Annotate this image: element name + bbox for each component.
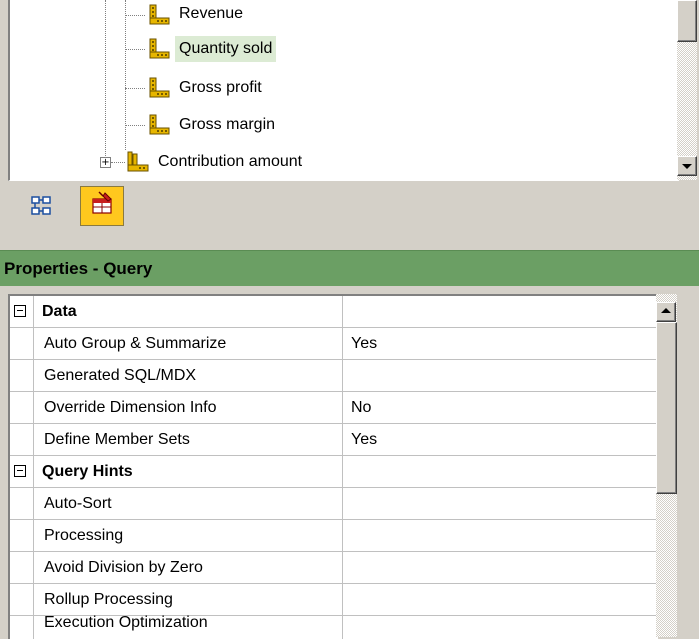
- category-row-query-hints[interactable]: Query Hints: [10, 456, 658, 488]
- row-gutter: [10, 552, 34, 584]
- property-row-execution-optimization[interactable]: Execution Optimization: [10, 614, 658, 639]
- tree-item-label: Contribution amount: [158, 153, 303, 170]
- property-row-auto-sort[interactable]: Auto-Sort: [10, 488, 658, 520]
- property-grid-scrollbar[interactable]: [656, 294, 677, 637]
- property-value[interactable]: Yes: [342, 328, 658, 360]
- measure-icon: [149, 4, 170, 25]
- panel-toolbar: [8, 182, 699, 230]
- arrow-up-icon: [661, 308, 671, 313]
- row-gutter: [10, 456, 34, 488]
- property-row-define-member-sets[interactable]: Define Member Sets Yes: [10, 424, 658, 456]
- property-name: Execution Optimization: [44, 614, 208, 631]
- property-value: [342, 296, 658, 328]
- property-value[interactable]: [342, 520, 658, 552]
- row-gutter: [10, 488, 34, 520]
- category-row-data[interactable]: Data: [10, 296, 658, 328]
- property-name: Processing: [44, 527, 124, 544]
- property-name: Auto-Sort: [44, 495, 112, 512]
- panel-edge: [677, 294, 699, 637]
- tree-item-label: Quantity sold: [175, 36, 277, 62]
- property-value[interactable]: [342, 488, 658, 520]
- property-value[interactable]: No: [342, 392, 658, 424]
- property-row-avoid-division[interactable]: Avoid Division by Zero: [10, 552, 658, 584]
- scroll-up-button[interactable]: [656, 302, 676, 322]
- tree-item-gross-margin[interactable]: Gross margin: [125, 110, 279, 140]
- row-gutter: [10, 424, 34, 456]
- property-value[interactable]: [342, 584, 658, 616]
- property-value[interactable]: [342, 616, 658, 639]
- tree-item-quantity-sold[interactable]: Quantity sold: [125, 34, 277, 64]
- property-name: Generated SQL/MDX: [44, 367, 197, 384]
- arrow-down-icon: [682, 164, 692, 169]
- property-name: Define Member Sets: [44, 431, 190, 448]
- property-value[interactable]: [342, 552, 658, 584]
- tree-view-button[interactable]: [18, 186, 62, 226]
- property-name: Override Dimension Info: [44, 399, 217, 416]
- row-gutter: [10, 584, 34, 616]
- property-value[interactable]: [342, 360, 658, 392]
- property-value: [342, 456, 658, 488]
- category-label: Query Hints: [42, 463, 133, 480]
- query-properties-icon: [92, 191, 112, 214]
- property-row-override-dimension[interactable]: Override Dimension Info No: [10, 392, 658, 424]
- tree-item-gross-profit[interactable]: Gross profit: [125, 73, 266, 103]
- measure-icon: [149, 77, 170, 98]
- row-gutter: [10, 296, 34, 328]
- scroll-down-button[interactable]: [677, 156, 697, 176]
- property-name: Avoid Division by Zero: [44, 559, 203, 576]
- measure-icon: [149, 114, 170, 135]
- row-gutter: [10, 360, 34, 392]
- property-grid-scrollbar-thumb[interactable]: [656, 322, 677, 494]
- row-gutter: [10, 616, 34, 639]
- property-name: Auto Group & Summarize: [44, 335, 227, 352]
- row-gutter: [10, 392, 34, 424]
- property-grid: Data Auto Group & Summarize Yes Generate…: [8, 294, 658, 639]
- tree-item-label: Gross margin: [179, 116, 276, 133]
- property-row-auto-group[interactable]: Auto Group & Summarize Yes: [10, 328, 658, 360]
- tree-item-contribution-amount[interactable]: + Contribution amount: [100, 147, 306, 177]
- measure-icon: [149, 38, 170, 59]
- properties-header: Properties - Query: [0, 250, 699, 286]
- tree-item-label: Revenue: [179, 5, 244, 22]
- category-label: Data: [42, 303, 77, 320]
- row-gutter: [10, 520, 34, 552]
- row-gutter: [10, 328, 34, 360]
- measure-folder-icon: [127, 151, 149, 172]
- tree-guide-line: [105, 0, 106, 162]
- tree-structure-icon: [31, 196, 51, 215]
- tree-item-label: Gross profit: [179, 79, 262, 96]
- tree-scrollbar-thumb[interactable]: [677, 0, 697, 42]
- property-value[interactable]: Yes: [342, 424, 658, 456]
- expand-plus-icon[interactable]: +: [100, 157, 111, 168]
- property-row-processing[interactable]: Processing: [10, 520, 658, 552]
- tree-panel: Revenue Quantity sold Gross profit Gross…: [8, 0, 679, 181]
- query-properties-button[interactable]: [80, 186, 124, 226]
- collapse-minus-icon[interactable]: [14, 305, 26, 317]
- tree-scrollbar[interactable]: [677, 0, 697, 180]
- tree-item-revenue[interactable]: Revenue: [125, 0, 247, 30]
- collapse-minus-icon[interactable]: [14, 465, 26, 477]
- property-row-generated-sql[interactable]: Generated SQL/MDX: [10, 360, 658, 392]
